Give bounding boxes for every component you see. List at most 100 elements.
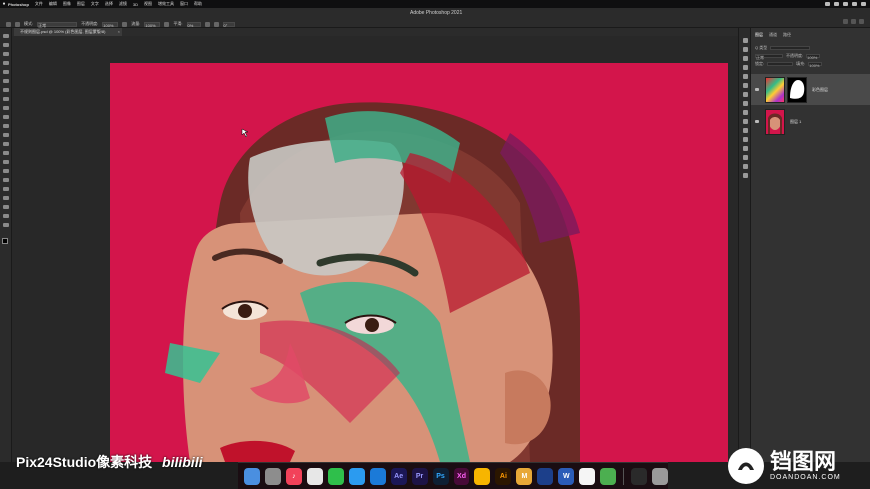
menu-help[interactable]: 帮助 (194, 1, 202, 7)
eraser-tool-icon[interactable] (3, 133, 9, 137)
tab-channels[interactable]: 通道 (769, 32, 777, 40)
search-icon[interactable] (843, 2, 848, 6)
filter-icons[interactable] (770, 46, 811, 50)
menu-layer[interactable]: 图层 (77, 1, 85, 7)
premiere-icon[interactable]: Pr (411, 467, 428, 485)
trash-icon[interactable] (652, 467, 668, 485)
marquee-tool-icon[interactable] (3, 43, 9, 47)
layer-opacity-field[interactable]: 100% (806, 54, 821, 60)
eyedropper-tool-icon[interactable] (3, 88, 9, 92)
after-effects-icon[interactable]: Ae (390, 467, 407, 485)
illustrator-icon[interactable]: Ai (495, 467, 512, 485)
xd-icon[interactable]: Xd (453, 467, 470, 485)
brush-tool-icon[interactable] (3, 106, 9, 110)
layer-mask-thumbnail[interactable] (787, 76, 807, 103)
share-icon[interactable] (859, 19, 864, 24)
word-icon[interactable]: W (558, 467, 575, 485)
patterns-icon[interactable] (743, 128, 748, 133)
wechat-icon[interactable] (327, 467, 344, 485)
layer-row-color[interactable]: 彩色图层 (751, 74, 870, 105)
c4d-icon[interactable] (537, 467, 554, 485)
document-canvas[interactable] (110, 63, 728, 462)
mode-select[interactable]: 正常 (37, 21, 78, 28)
menu-view[interactable]: 视图 (144, 1, 152, 7)
eye-icon[interactable] (755, 88, 759, 91)
character-icon[interactable] (743, 74, 748, 79)
opacity-field[interactable]: 100% (102, 21, 119, 28)
layer-name[interactable]: 彩色图层 (812, 87, 828, 93)
pressure-opacity-icon[interactable] (122, 21, 128, 27)
info-icon[interactable] (743, 173, 748, 178)
angle-field[interactable]: 0° (222, 21, 235, 28)
eye-icon[interactable] (755, 120, 759, 123)
layer-row-1[interactable]: 图层 1 (751, 106, 870, 137)
healing-brush-icon[interactable] (3, 97, 9, 101)
document-tab[interactable]: 不规则图层.psd @ 100% (彩色图层, 图层蒙版/8) × (14, 28, 122, 36)
brush-settings-icon[interactable] (743, 65, 748, 70)
home-icon[interactable] (6, 21, 11, 27)
lasso-tool-icon[interactable] (3, 52, 9, 56)
apple-menu-icon[interactable]: ● (0, 1, 8, 7)
hand-tool-icon[interactable] (3, 205, 9, 209)
zoom-tool-icon[interactable] (3, 214, 9, 218)
paragraph-icon[interactable] (743, 83, 748, 88)
wifi-icon[interactable] (825, 2, 830, 6)
menu-window[interactable]: 窗口 (180, 1, 188, 7)
close-icon[interactable]: × (118, 28, 120, 36)
swatches-icon[interactable] (743, 92, 748, 97)
sketch-icon[interactable] (474, 467, 491, 485)
music-icon[interactable]: ♪ (285, 467, 302, 485)
clock-icon[interactable] (861, 2, 866, 6)
camtasia-icon[interactable] (600, 467, 617, 485)
adjustments-icon[interactable] (743, 47, 748, 52)
airbrush-icon[interactable] (164, 21, 170, 27)
menu-file[interactable]: 文件 (35, 1, 43, 7)
more-tools-icon[interactable] (3, 223, 9, 227)
path-select-icon[interactable] (3, 187, 9, 191)
menu-plugins[interactable]: 增效工具 (158, 1, 174, 7)
menu-3d[interactable]: 3D (133, 2, 138, 7)
quick-select-tool-icon[interactable] (3, 61, 9, 65)
history-icon[interactable] (743, 38, 748, 43)
type-tool-icon[interactable] (3, 178, 9, 182)
terminal-icon[interactable] (631, 467, 648, 485)
properties-icon[interactable] (743, 56, 748, 61)
blend-mode-select[interactable]: 正常 (755, 54, 783, 60)
search-icon[interactable] (843, 19, 848, 24)
brush-tool-icon[interactable] (15, 21, 20, 27)
libraries-icon[interactable] (743, 101, 748, 106)
color-icon[interactable] (743, 110, 748, 115)
crop-tool-icon[interactable] (3, 70, 9, 74)
dodge-tool-icon[interactable] (3, 160, 9, 164)
pen-tool-icon[interactable] (3, 169, 9, 173)
m-app-icon[interactable]: M (516, 467, 533, 485)
menu-edit[interactable]: 编辑 (49, 1, 57, 7)
menu-select[interactable]: 选择 (105, 1, 113, 7)
notes-icon[interactable] (579, 467, 596, 485)
finder-icon[interactable] (244, 467, 260, 485)
move-tool-icon[interactable] (3, 34, 9, 38)
blur-tool-icon[interactable] (3, 151, 9, 155)
styles-icon[interactable] (743, 137, 748, 142)
menu-image[interactable]: 图像 (63, 1, 71, 7)
gradients-icon[interactable] (743, 119, 748, 124)
layer-kind-filter[interactable]: Q 类型 (755, 45, 767, 51)
menu-filter[interactable]: 滤镜 (119, 1, 127, 7)
flow-field[interactable]: 100% (144, 21, 161, 28)
gear-icon[interactable] (204, 21, 210, 27)
gradient-tool-icon[interactable] (3, 142, 9, 146)
safari-icon[interactable] (369, 467, 386, 485)
history-brush-icon[interactable] (3, 124, 9, 128)
fill-field[interactable]: 100% (808, 62, 823, 68)
tab-layers[interactable]: 图层 (755, 32, 763, 40)
qq-icon[interactable] (348, 467, 365, 485)
clone-stamp-icon[interactable] (3, 115, 9, 119)
smoothing-field[interactable]: 0% (186, 21, 201, 28)
foreground-color-swatch[interactable] (2, 238, 8, 244)
frame-tool-icon[interactable] (3, 79, 9, 83)
battery-icon[interactable] (834, 2, 839, 6)
rectangle-tool-icon[interactable] (3, 196, 9, 200)
channels-icon[interactable] (743, 146, 748, 151)
photoshop-icon[interactable]: Ps (432, 467, 449, 485)
chrome-icon[interactable] (306, 467, 323, 485)
